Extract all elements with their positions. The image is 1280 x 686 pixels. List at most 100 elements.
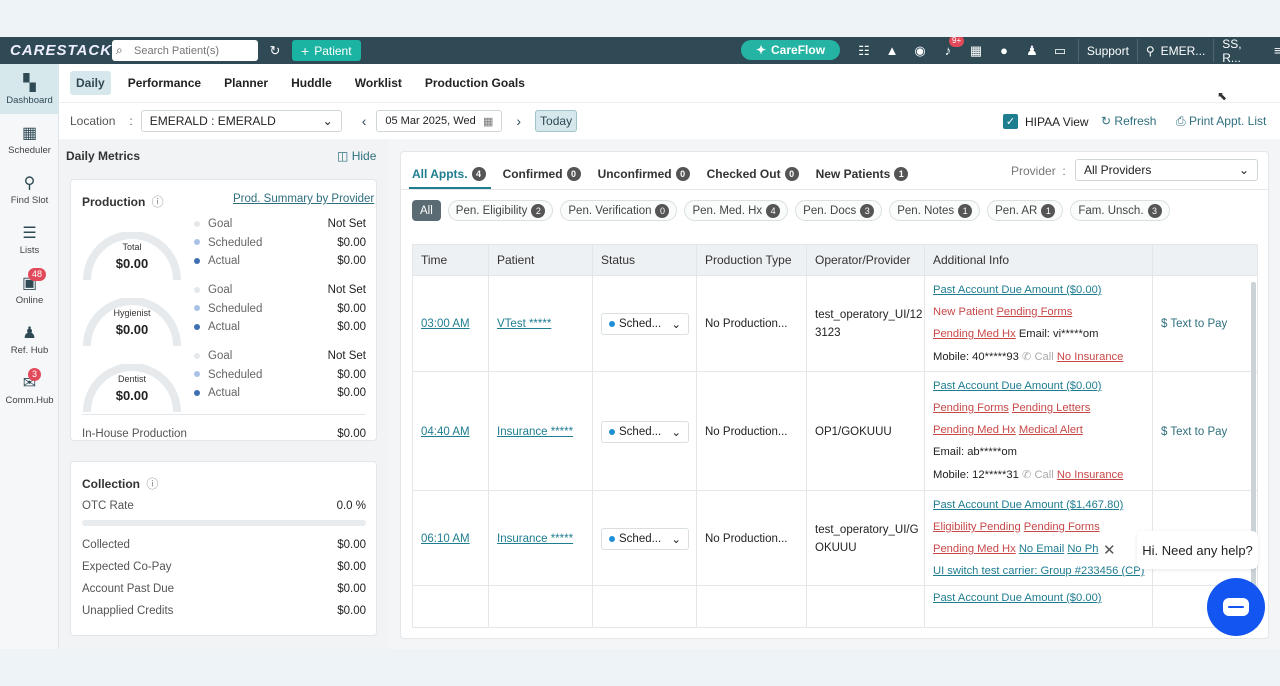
sidebar-item-scheduler[interactable]: ▦ Scheduler [0, 114, 59, 164]
hipaa-label: HIPAA View [1025, 114, 1089, 129]
text-to-pay-button[interactable]: $ Text to Pay [1161, 426, 1227, 438]
calendar-icon[interactable]: ▦ [966, 40, 986, 62]
pending-med-hx-link[interactable]: Pending Med Hx [933, 543, 1016, 555]
pending-link[interactable]: Pending Letters [1012, 402, 1090, 414]
status-select[interactable]: Sched... ⌄ [601, 313, 689, 335]
printer-icon: ⎙ [1176, 114, 1186, 128]
filter-pill-all[interactable]: All [412, 200, 441, 221]
status-select[interactable]: Sched... ⌄ [601, 420, 689, 443]
text-to-pay-button[interactable]: $ Text to Pay [1161, 318, 1227, 330]
sidebar-item-dashboard[interactable]: ▚ Dashboard [0, 64, 59, 114]
bell-icon[interactable]: ♪ 9+ [938, 37, 965, 62]
tab-all-appts[interactable]: All Appts. 4 [409, 160, 491, 189]
user-menu[interactable]: SS, R... [1218, 37, 1264, 65]
tab-planner[interactable]: Planner [218, 71, 274, 95]
tab-daily[interactable]: Daily [70, 71, 111, 95]
patient-name-link[interactable]: Insurance ***** [497, 533, 573, 545]
close-icon[interactable]: ✕ [1103, 541, 1116, 559]
filter-pill-pen-ar[interactable]: Pen. AR 1 [987, 200, 1064, 221]
pending-link[interactable]: Pending Forms [996, 306, 1072, 318]
prod-summary-link[interactable]: Prod. Summary by Provider [233, 193, 374, 205]
prev-date-button[interactable]: ‹ [362, 113, 367, 129]
past-due-link[interactable]: Past Account Due Amount ($0.00) [933, 380, 1102, 392]
next-date-button[interactable]: › [516, 113, 521, 129]
tasks-icon[interactable]: ☷ [854, 40, 874, 62]
help-chat-bubble[interactable]: Hi. Need any help? [1137, 531, 1258, 569]
tab-huddle[interactable]: Huddle [285, 71, 338, 95]
date-picker[interactable]: 05 Mar 2025, Wed ▦ [376, 110, 503, 132]
info-icon[interactable]: ⓘ [152, 195, 164, 209]
sidebar-item-ref-hub[interactable]: ♟ Ref. Hub [0, 314, 59, 364]
hide-metrics-button[interactable]: ◫ Hide [337, 149, 376, 163]
tab-new-patients[interactable]: New Patients 1 [816, 160, 909, 188]
hipaa-toggle[interactable]: ✓ HIPAA View [1003, 114, 1089, 129]
phone-icon: ✆ [1021, 469, 1035, 481]
careflow-button[interactable]: ✦ CareFlow [741, 40, 840, 60]
no-phone-link[interactable]: No Ph [1067, 543, 1098, 555]
alert-tag[interactable]: Pending Forms [933, 402, 1009, 414]
chat-bubble-icon[interactable]: ◉ [910, 40, 930, 62]
tab-performance[interactable]: Performance [122, 71, 207, 95]
medical-alert-link[interactable]: Medical Alert [1019, 424, 1083, 436]
pending-med-hx-link[interactable]: Pending Med Hx [933, 424, 1016, 436]
sidebar-item-online[interactable]: ▣ Online 48 [0, 264, 59, 314]
call-button[interactable]: Call [1034, 469, 1053, 481]
location-switcher[interactable]: EMER... [1157, 44, 1210, 58]
pending-med-hx-link[interactable]: Pending Med Hx [933, 328, 1016, 340]
sidebar-item-label: Comm.Hub [5, 394, 54, 406]
status-select[interactable]: Sched... ⌄ [601, 527, 689, 550]
filter-pill-pen-med-hx[interactable]: Pen. Med. Hx 4 [684, 200, 789, 221]
tab-production-goals[interactable]: Production Goals [419, 71, 531, 95]
patient-search[interactable]: ⌕ [112, 40, 258, 61]
tab-worklist[interactable]: Worklist [349, 71, 408, 95]
filter-pill-pen-docs[interactable]: Pen. Docs 3 [795, 200, 883, 221]
metric-label: Actual [194, 255, 240, 267]
sidebar-item-lists[interactable]: ☰ Lists [0, 214, 59, 264]
add-patient-button[interactable]: + Patient [292, 40, 361, 61]
filter-pill-pen-verification[interactable]: Pen. Verification 0 [560, 200, 678, 221]
mobile-text: Mobile: 12*****31 [933, 469, 1019, 481]
whatsapp-icon[interactable]: ● [994, 40, 1014, 62]
info-icon[interactable]: ⓘ [146, 477, 158, 491]
support-link[interactable]: Support [1083, 44, 1133, 58]
today-button[interactable]: Today [535, 110, 578, 132]
no-insurance-link[interactable]: No Insurance [1057, 351, 1124, 363]
sidebar-item-label: Dashboard [6, 94, 53, 106]
no-email-link[interactable]: No Email [1019, 543, 1064, 555]
appointment-time-link[interactable]: 04:40 AM [421, 426, 470, 438]
graduation-cap-icon[interactable]: ▲ [882, 40, 902, 62]
sidebar-item-label: Online [15, 294, 44, 306]
tab-confirmed[interactable]: Confirmed 0 [503, 160, 581, 188]
filter-pill-fam-unsch[interactable]: Fam. Unsch. 3 [1070, 200, 1170, 221]
pending-link[interactable]: Pending Forms [1024, 521, 1100, 533]
insurance-carrier-link[interactable]: UI switch test carrier: Group #233456 (C… [933, 565, 1144, 577]
tab-checked-out[interactable]: Checked Out 0 [707, 160, 799, 188]
search-input[interactable] [134, 44, 252, 57]
checkbox-checked-icon[interactable]: ✓ [1003, 114, 1018, 129]
sidebar-item-comm-hub[interactable]: ✉ Comm.Hub 3 [0, 364, 59, 414]
alert-tag[interactable]: Eligibility Pending [933, 521, 1021, 533]
print-appt-list-button[interactable]: ⎙ Print Appt. List [1176, 114, 1266, 129]
past-due-link[interactable]: Past Account Due Amount ($0.00) [933, 284, 1102, 296]
hamburger-menu-icon[interactable]: ≡ [1268, 40, 1280, 62]
past-due-link[interactable]: Past Account Due Amount ($1,467.80) [933, 499, 1123, 511]
past-due-link[interactable]: Past Account Due Amount ($0.00) [933, 592, 1102, 604]
messages-icon[interactable]: ▭ [1050, 40, 1070, 62]
refresh-button[interactable]: ↻ Refresh [1101, 114, 1156, 128]
sidebar-item-find-slot[interactable]: ⚲ Find Slot [0, 164, 59, 214]
users-icon[interactable]: ♟ [1022, 40, 1042, 62]
no-insurance-link[interactable]: No Insurance [1057, 469, 1124, 481]
filter-pill-pen-eligibility[interactable]: Pen. Eligibility 2 [447, 200, 554, 221]
call-button[interactable]: Call [1034, 351, 1053, 363]
appointment-time-link[interactable]: 06:10 AM [421, 533, 470, 545]
provider-select[interactable]: All Providers ⌄ [1075, 159, 1258, 181]
location-select[interactable]: EMERALD : EMERALD ⌄ [140, 110, 342, 132]
patient-name-link[interactable]: Insurance ***** [497, 426, 573, 438]
chat-launcher-button[interactable] [1207, 578, 1265, 636]
tab-unconfirmed[interactable]: Unconfirmed 0 [598, 160, 690, 188]
patient-name-link[interactable]: VTest ***** [497, 318, 551, 330]
appointment-time-link[interactable]: 03:00 AM [421, 318, 470, 330]
history-icon[interactable]: ↻ [264, 40, 286, 62]
app-logo[interactable]: CARESTACK [10, 42, 111, 59]
filter-pill-pen-notes[interactable]: Pen. Notes 1 [889, 200, 981, 221]
